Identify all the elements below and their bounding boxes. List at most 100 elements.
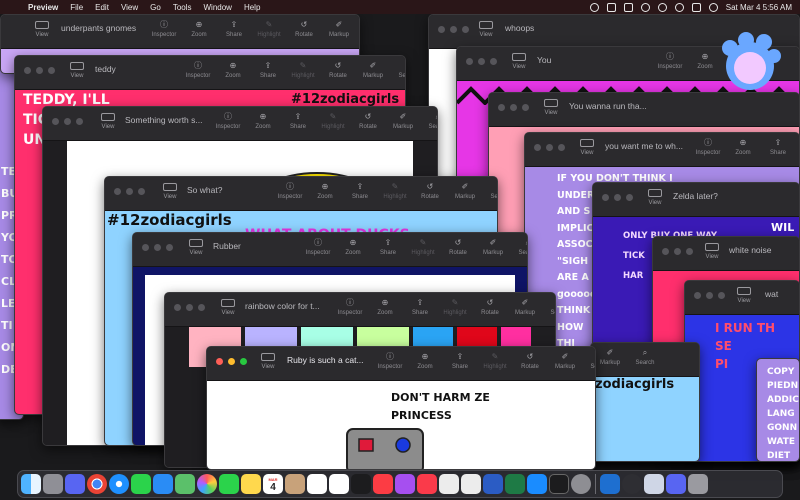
menu-view[interactable]: View [115, 3, 144, 12]
inspector-button[interactable]: ⓘ Inspector [185, 61, 211, 79]
menu-edit[interactable]: Edit [89, 3, 115, 12]
minimize-button[interactable] [228, 358, 235, 365]
zoom-button[interactable]: ⊕ Zoom [220, 61, 246, 79]
share-button[interactable]: ⇪ Share [255, 61, 281, 79]
launchpad-icon[interactable] [43, 474, 63, 494]
view-button[interactable]: View [580, 139, 594, 156]
highlight-button[interactable]: ✎ Highlight [320, 112, 346, 130]
chrome-icon[interactable] [87, 474, 107, 494]
close-button[interactable] [52, 118, 59, 125]
paw-avatar-icon[interactable] [716, 30, 782, 96]
fullscreen-button[interactable] [48, 67, 55, 74]
user-status-icon[interactable] [657, 2, 667, 12]
terminal-icon[interactable] [549, 474, 569, 494]
close-button[interactable] [142, 244, 149, 251]
view-button[interactable]: View [737, 287, 751, 304]
inspector-button[interactable]: ⓘ Inspector [215, 112, 241, 130]
messages-icon[interactable] [131, 474, 151, 494]
menu-go[interactable]: Go [144, 3, 167, 12]
view-button[interactable]: View [479, 21, 493, 38]
minimize-button[interactable] [614, 194, 621, 201]
close-button[interactable] [534, 144, 541, 151]
window-zodiac-strip[interactable]: ✐ Markup ⌕ Search zodiacgirls [590, 342, 700, 462]
menu-app-name[interactable]: Preview [22, 3, 64, 12]
markup-button[interactable]: ✐ Markup [597, 348, 623, 366]
search-button[interactable]: ⌕Search [515, 238, 527, 256]
minimize-button[interactable] [126, 188, 133, 195]
podcasts-icon[interactable] [395, 474, 415, 494]
spotlight-icon[interactable] [674, 2, 684, 12]
minimize-button[interactable] [510, 104, 517, 111]
minimize-button[interactable] [706, 292, 713, 299]
minimize-button[interactable] [154, 244, 161, 251]
search-button[interactable]: ⌕Search [395, 61, 405, 79]
close-button[interactable] [216, 358, 223, 365]
menu-help[interactable]: Help [238, 3, 266, 12]
app-store-icon[interactable] [527, 474, 547, 494]
fullscreen-button[interactable] [166, 244, 173, 251]
search-button[interactable]: ⌕Search [587, 352, 595, 370]
close-button[interactable] [602, 194, 609, 201]
rotate-button[interactable]: ↺ Rotate [445, 238, 471, 256]
view-button[interactable]: View [705, 243, 719, 260]
view-button[interactable]: View [101, 113, 115, 130]
zoom-button[interactable]: ⊕ Zoom [250, 112, 276, 130]
zoom-button[interactable]: ⊕ Zoom [692, 52, 718, 70]
menu-file[interactable]: File [64, 3, 89, 12]
search-button[interactable]: ⌕Search [547, 298, 555, 316]
facetime-icon[interactable] [219, 474, 239, 494]
discord-2-icon[interactable] [666, 474, 686, 494]
fullscreen-button[interactable] [76, 118, 83, 125]
minimize-button[interactable] [186, 304, 193, 311]
battery-icon[interactable] [623, 2, 633, 12]
fullscreen-button[interactable] [138, 188, 145, 195]
view-button[interactable]: View [70, 62, 84, 79]
window-ruby[interactable]: View Ruby is such a cat... ⓘ Inspector ⊕ Z… [206, 346, 596, 470]
rotate-button[interactable]: ↺ Rotate [355, 112, 381, 130]
markup-button[interactable]: ✐ Markup [552, 352, 578, 370]
window-right-text[interactable]: COPY PIEDN ADDIC LANG GONN WATE DIET [756, 358, 800, 462]
markup-button[interactable]: ✐ Markup [390, 112, 416, 130]
keynote-icon[interactable] [439, 474, 459, 494]
minimize-button[interactable] [546, 144, 553, 151]
fullscreen-button[interactable] [240, 358, 247, 365]
inspector-button[interactable]: ⓘ Inspector [277, 182, 303, 200]
safari-icon[interactable] [109, 474, 129, 494]
share-button[interactable]: ⇪ Share [447, 352, 473, 370]
fullscreen-button[interactable] [462, 26, 469, 33]
rotate-button[interactable]: ↺ Rotate [477, 298, 503, 316]
wifi-icon[interactable] [640, 2, 650, 12]
rotate-button[interactable]: ↺ Rotate [291, 20, 317, 38]
minimize-button[interactable] [674, 248, 681, 255]
inspector-button[interactable]: ⓘ Inspector [151, 20, 177, 38]
finder-icon[interactable] [21, 474, 41, 494]
system-settings-icon[interactable] [571, 474, 591, 494]
view-button[interactable]: View [35, 21, 49, 38]
highlight-button[interactable]: ✎ Highlight [482, 352, 508, 370]
zoom-button[interactable]: ⊕ Zoom [340, 238, 366, 256]
control-center-icon[interactable] [691, 2, 701, 12]
fullscreen-button[interactable] [686, 248, 693, 255]
record-status-icon[interactable] [589, 2, 599, 12]
close-button[interactable] [114, 188, 121, 195]
view-button[interactable]: View [512, 53, 526, 70]
zoom-button[interactable]: ⊕ Zoom [730, 138, 756, 156]
fullscreen-button[interactable] [198, 304, 205, 311]
share-button[interactable]: ⇪ Share [285, 112, 311, 130]
close-button[interactable] [438, 26, 445, 33]
calendar-icon[interactable]: MAR 4 [263, 474, 283, 494]
markup-button[interactable]: ✐ Markup [360, 61, 386, 79]
inspector-button[interactable]: ⓘ Inspector [337, 298, 363, 316]
highlight-button[interactable]: ✎ Highlight [382, 182, 408, 200]
markup-button[interactable]: ✐ Markup [512, 298, 538, 316]
notes-icon[interactable] [241, 474, 261, 494]
obs-icon[interactable] [622, 474, 642, 494]
minimize-button[interactable] [478, 58, 485, 65]
mail-icon[interactable] [153, 474, 173, 494]
highlight-button[interactable]: ✎ Highlight [410, 238, 436, 256]
inspector-button[interactable]: ⓘ Inspector [695, 138, 721, 156]
view-button[interactable]: View [189, 239, 203, 256]
markup-button[interactable]: ✐ Markup [326, 20, 352, 38]
view-button[interactable]: View [544, 99, 558, 116]
excel-icon[interactable] [505, 474, 525, 494]
